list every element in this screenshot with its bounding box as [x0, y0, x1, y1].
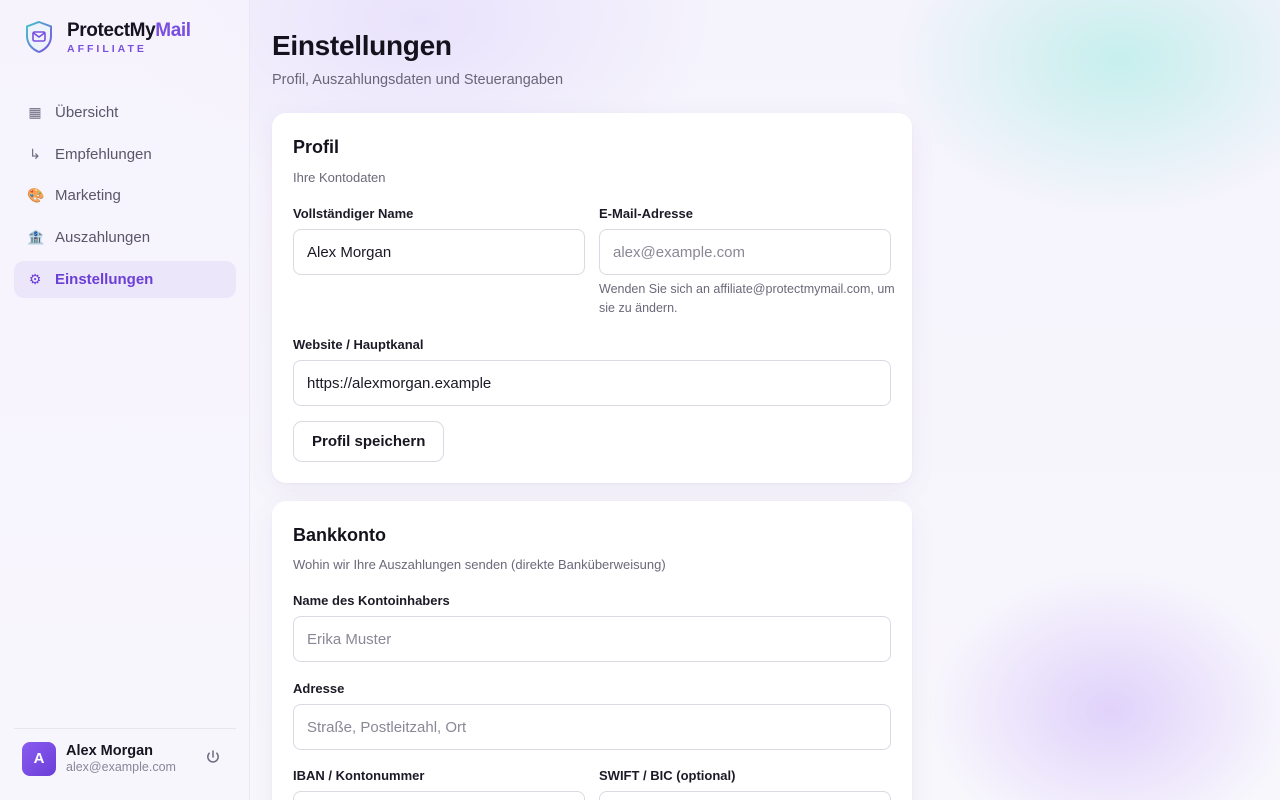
page-subtitle: Profil, Auszahlungsdaten und Steuerangab…: [272, 72, 564, 88]
grid-icon: ▦: [28, 104, 42, 120]
profile-card: Profil Ihre Kontodaten Vollständiger Nam…: [272, 113, 912, 483]
main-content: Einstellungen Profil, Auszahlungsdaten u…: [272, 0, 912, 800]
profile-card-subtitle: Ihre Kontodaten: [293, 170, 386, 185]
bank-icon: 🏦: [27, 229, 45, 246]
website-input[interactable]: [293, 360, 891, 406]
save-profile-button[interactable]: Profil speichern: [293, 421, 445, 462]
sidebar-item-marketing[interactable]: 🎨 Marketing: [14, 177, 236, 214]
sidebar-item-auszahlungen[interactable]: 🏦 Auszahlungen: [14, 219, 236, 256]
profile-card-title: Profil: [293, 137, 340, 157]
email-hint: Wenden Sie sich an affiliate@protectmyma…: [599, 282, 895, 315]
sidebar-item-empfehlungen[interactable]: ↳ Empfehlungen: [14, 136, 236, 173]
email-field[interactable]: [599, 229, 891, 275]
sidebar-item-label: Empfehlungen: [55, 145, 152, 163]
brand-subtitle: AFFILIATE: [67, 43, 147, 55]
brand-name: ProtectMyMail: [67, 20, 191, 41]
sidebar-item-label: Auszahlungen: [55, 229, 151, 247]
referral-arrow-icon: ↳: [29, 145, 41, 162]
bank-card-subtitle: Wohin wir Ihre Auszahlungen senden (dire…: [293, 557, 666, 572]
iban-label: IBAN / Kontonummer: [293, 768, 425, 783]
gear-icon: ⚙: [28, 270, 42, 287]
page-title: Einstellungen: [272, 30, 452, 61]
email-label: E-Mail-Adresse: [599, 206, 693, 221]
sidebar-item-label: Einstellungen: [55, 270, 154, 288]
sidebar-item-label: Übersicht: [55, 104, 119, 121]
user-email: alex@example.com: [66, 759, 176, 774]
avatar[interactable]: A: [22, 741, 56, 776]
bank-account-card: Bankkonto Wohin wir Ihre Auszahlungen se…: [272, 501, 912, 800]
iban-input[interactable]: [293, 791, 585, 800]
shield-mail-icon: [26, 20, 52, 54]
power-icon[interactable]: [204, 748, 222, 766]
brand[interactable]: ProtectMyMail AFFILIATE: [24, 20, 191, 55]
sidebar-item-label: Marketing: [55, 187, 121, 205]
bank-card-title: Bankkonto: [293, 525, 387, 545]
full-name-label: Vollständiger Name: [293, 206, 414, 221]
sidebar: ProtectMyMail AFFILIATE ▦ Übersicht ↳ Em…: [0, 0, 250, 800]
sidebar-nav: ▦ Übersicht ↳ Empfehlungen 🎨 Marketing 🏦…: [14, 94, 236, 302]
sidebar-item-einstellungen[interactable]: ⚙ Einstellungen: [14, 260, 236, 298]
account-holder-input[interactable]: [293, 616, 891, 662]
sidebar-item-uebersicht[interactable]: ▦ Übersicht: [14, 94, 236, 131]
account-holder-label: Name des Kontoinhabers: [293, 593, 450, 608]
address-label: Adresse: [293, 681, 345, 696]
user-profile: A Alex Morgan alex@example.com: [14, 728, 236, 788]
website-label: Website / Hauptkanal: [293, 337, 424, 352]
full-name-input[interactable]: [293, 229, 585, 275]
user-name: Alex Morgan: [66, 742, 154, 759]
palette-icon: 🎨: [27, 187, 45, 204]
address-input[interactable]: [293, 704, 891, 750]
swift-input[interactable]: [599, 791, 891, 800]
swift-label: SWIFT / BIC (optional): [599, 768, 736, 783]
